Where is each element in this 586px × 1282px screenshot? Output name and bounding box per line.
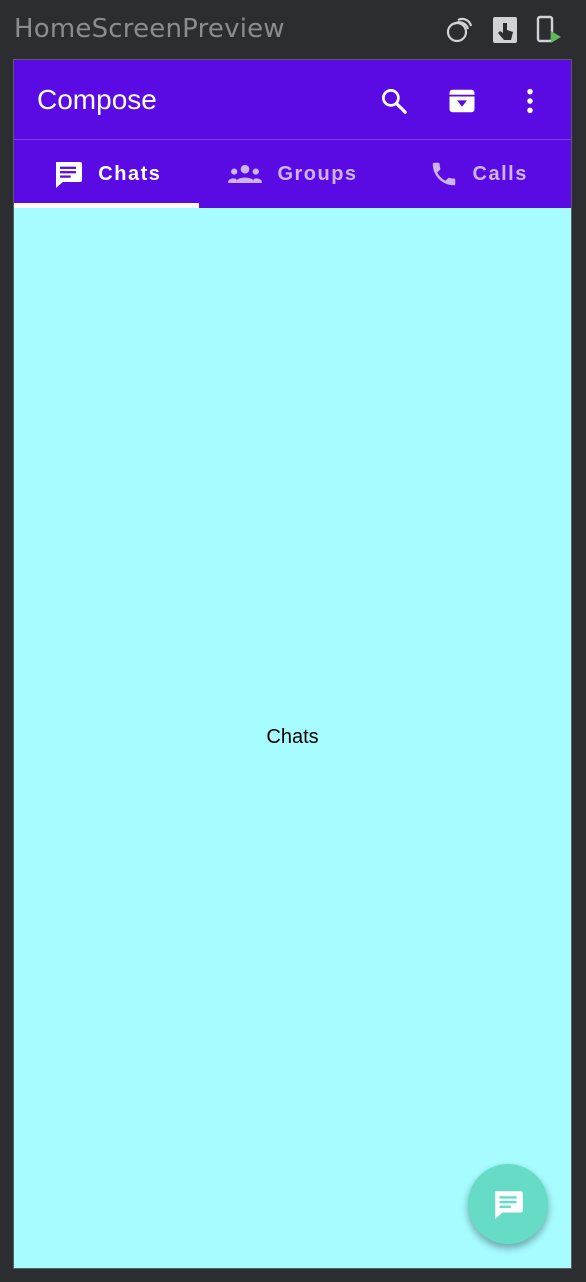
- interactive-mode-icon[interactable]: [489, 14, 521, 46]
- screen-content-text: Chats: [266, 726, 319, 748]
- phone-icon: [432, 162, 455, 186]
- device-preview: Compose Chats Groups Calls Chats: [13, 59, 572, 1269]
- archive-icon[interactable]: [445, 84, 479, 118]
- tab-label: Groups: [277, 162, 358, 185]
- tab-indicator: [14, 203, 199, 208]
- tab-chats[interactable]: Chats: [14, 140, 200, 208]
- new-message-icon: [495, 1191, 523, 1219]
- more-vert-icon[interactable]: [513, 84, 547, 118]
- tab-label: Calls: [472, 162, 528, 185]
- chat-icon: [56, 162, 83, 188]
- tab-row: Chats Groups Calls: [14, 140, 571, 208]
- tab-calls[interactable]: Calls: [385, 140, 571, 208]
- preview-header: HomeScreenPreview: [0, 0, 586, 60]
- top-app-bar: Compose: [14, 60, 571, 140]
- deploy-to-device-icon[interactable]: [533, 14, 565, 46]
- groups-icon: [228, 164, 263, 183]
- search-icon[interactable]: [377, 84, 411, 118]
- preview-title: HomeScreenPreview: [14, 14, 285, 44]
- layers-icon[interactable]: [443, 14, 475, 46]
- new-chat-fab[interactable]: [468, 1164, 548, 1244]
- tab-label: Chats: [98, 162, 162, 185]
- tab-groups[interactable]: Groups: [200, 140, 386, 208]
- app-title: Compose: [37, 84, 157, 115]
